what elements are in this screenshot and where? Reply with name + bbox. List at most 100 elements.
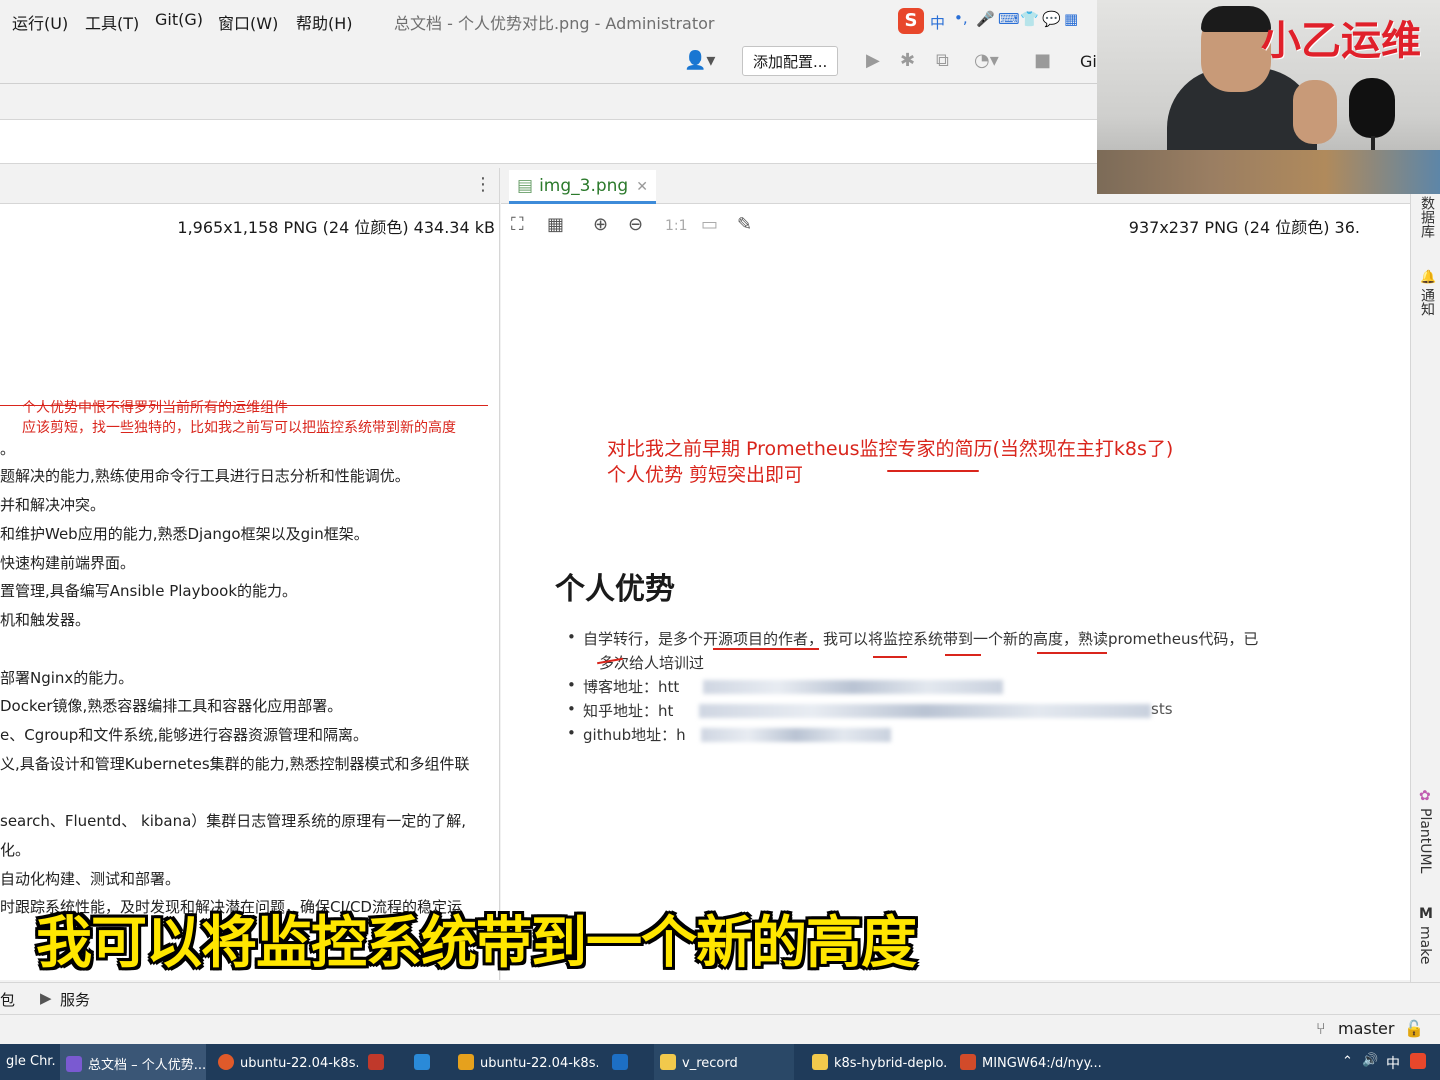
taskbar-label: v_record: [682, 1056, 738, 1071]
zhihu-url-suffix: sts: [1151, 700, 1173, 718]
taskbar-item-k8s-folder[interactable]: k8s-hybrid-deplo...: [806, 1044, 946, 1080]
video-subtitle: 我可以将监控系统带到一个新的高度: [36, 911, 917, 976]
bullet-dot: •: [567, 676, 576, 694]
tray-ime-label[interactable]: 中: [1386, 1053, 1400, 1073]
left-tab-bar: ⋮: [0, 168, 499, 204]
menu-help[interactable]: 帮助(H): [296, 10, 353, 34]
bullet-item-blog: • 博客地址：htt: [567, 676, 680, 697]
menu-run[interactable]: 运行(U): [12, 10, 68, 34]
debug-icon[interactable]: ✱: [900, 50, 915, 71]
taskbar-item-chrome[interactable]: gle Chr...: [0, 1044, 56, 1080]
ubuntu-icon: [218, 1054, 234, 1070]
make-icon[interactable]: M: [1419, 906, 1433, 922]
actual-size-button[interactable]: 1:1: [665, 218, 688, 234]
webstorm-icon: [612, 1054, 628, 1070]
annotation-underline: [945, 654, 981, 656]
left-image-editor: ⋮ 1,965x1,158 PNG (24 位颜色) 434.34 kB 个人优…: [0, 168, 500, 980]
tool-window-database[interactable]: 数据库: [1417, 196, 1437, 238]
ime-toolbar[interactable]: S 中 •, 🎤 ⌨ 👕 💬 ▦: [896, 6, 1096, 36]
grid-apps-icon[interactable]: ▦: [1064, 10, 1078, 28]
resume-line: 题解决的能力,熟练使用命令行工具进行日志分析和性能调优。: [0, 467, 410, 485]
taskbar-label: k8s-hybrid-deplo...: [834, 1056, 946, 1071]
bullet-item-github: • github地址：h: [567, 724, 686, 745]
zoom-in-icon[interactable]: ⊕: [593, 214, 608, 235]
annotation-text-1: 对比我之前早期 Prometheus监控专家的简历(当然现在主打k8s了): [607, 438, 1174, 460]
bullet-text: 知乎地址：ht: [583, 702, 674, 720]
tool-window-make[interactable]: make: [1417, 926, 1433, 964]
right-tool-stripe: 数据库 🔔 通知 ✿ PlantUML M make: [1410, 194, 1440, 982]
sogou-tray-icon[interactable]: [1410, 1053, 1426, 1069]
add-configuration-button[interactable]: 添加配置...: [742, 46, 839, 76]
redacted-zhihu-url: [699, 704, 1151, 718]
coverage-icon[interactable]: ⧉: [936, 50, 949, 71]
fit-zoom-icon[interactable]: ▭: [701, 214, 718, 235]
plantuml-icon[interactable]: ✿: [1419, 788, 1431, 804]
ime-mode-label[interactable]: 中: [930, 12, 945, 33]
annotation-underline: [873, 656, 907, 658]
taskbar-label: 总文档 – 个人优势...: [88, 1058, 206, 1073]
tool-window-plantuml[interactable]: PlantUML: [1417, 808, 1433, 873]
tool-window-notifications[interactable]: 通知: [1417, 288, 1437, 316]
resume-line: 。: [0, 440, 16, 458]
desk-surface: [1097, 150, 1440, 194]
tab-img-3[interactable]: ▤ img_3.png ✕: [509, 170, 656, 204]
bullet-text: github地址：h: [583, 726, 686, 744]
redacted-github-url: [701, 728, 891, 742]
close-tab-icon[interactable]: ✕: [636, 179, 648, 195]
bell-icon[interactable]: 🔔: [1420, 270, 1436, 285]
grid-toggle-icon[interactable]: ▦: [547, 214, 564, 235]
bullet-item-1: • 自学转行，是多个开源项目的作者，我可以将监控系统带到一个新的高度，熟读pro…: [567, 628, 1258, 649]
annotation-underline: [1037, 652, 1107, 654]
microphone-icon[interactable]: 🎤: [976, 10, 995, 28]
volume-icon[interactable]: 🔊: [1362, 1053, 1378, 1068]
tray-chevron-icon[interactable]: ⌃: [1342, 1054, 1353, 1069]
menu-window[interactable]: 窗口(W): [218, 10, 278, 34]
services-icon: ▶: [40, 989, 52, 1007]
color-picker-icon[interactable]: ✎: [737, 214, 752, 235]
profile-run-icon[interactable]: ◔▾: [974, 50, 999, 71]
zoom-out-icon[interactable]: ⊖: [628, 214, 643, 235]
taskbar-item-mingw[interactable]: MINGW64:/d/nyy...: [954, 1044, 1104, 1080]
right-image-info: 937x237 PNG (24 位颜色) 36.: [1128, 218, 1360, 237]
taskbar-item-typora[interactable]: [408, 1044, 448, 1080]
right-image-editor: ▤ img_3.png ✕ ⛶ ▦ ⊕ ⊖ 1:1 ▭ ✎ 937x237 PNG …: [501, 168, 1410, 980]
taskbar-item-ubuntu-2[interactable]: ubuntu-22.04-k8s...: [452, 1044, 598, 1080]
taskbar-item-webstorm[interactable]: [606, 1044, 646, 1080]
lock-icon[interactable]: 🔓: [1404, 1019, 1424, 1038]
annotation-text-2: 个人优势 剪短突出即可: [607, 464, 804, 486]
goland-icon: [66, 1056, 82, 1072]
bullet-text: 博客地址：htt: [583, 678, 680, 696]
taskbar-item-goland[interactable]: 总文档 – 个人优势...: [60, 1044, 206, 1080]
sogou-logo-icon: S: [898, 8, 924, 34]
git-menu-label[interactable]: Gi: [1080, 52, 1097, 71]
annotation-underline: [887, 470, 979, 472]
taskbar-label: gle Chr...: [6, 1054, 56, 1069]
chat-icon[interactable]: 💬: [1042, 10, 1061, 28]
taskbar-item-v-record[interactable]: v_record: [654, 1044, 794, 1080]
taskbar-item-app[interactable]: [362, 1044, 402, 1080]
more-options-icon[interactable]: ⋮: [474, 174, 492, 195]
tool-window-fragment[interactable]: 包: [0, 989, 15, 1010]
resume-line: 部署Nginx的能力。: [0, 669, 134, 687]
webcam-overlay: 小乙运维: [1097, 0, 1440, 194]
fit-to-window-icon[interactable]: ⛶: [511, 214, 524, 235]
redacted-blog-url: [703, 680, 1003, 694]
git-branch-label[interactable]: master: [1338, 1019, 1394, 1038]
annotation-underline: [713, 648, 819, 650]
resume-line: 化。: [0, 841, 31, 859]
resume-line: 和维护Web应用的能力,熟悉Django框架以及gin框架。: [0, 525, 369, 543]
menu-git[interactable]: Git(G): [155, 10, 203, 29]
skin-icon[interactable]: 👕: [1020, 10, 1039, 28]
left-annotation: 个人优势中恨不得罗列当前所有的运维组件 应该剪短，找一些独特的，比如我之前写可以…: [0, 393, 490, 437]
keyboard-icon[interactable]: ⌨: [998, 10, 1020, 28]
git-branch-icon: ⑂: [1316, 1019, 1326, 1038]
typora-icon: [414, 1054, 430, 1070]
tool-window-services[interactable]: 服务: [60, 989, 90, 1010]
menu-tools[interactable]: 工具(T): [85, 10, 139, 34]
run-icon[interactable]: ▶: [866, 50, 880, 71]
stop-icon[interactable]: ■: [1034, 50, 1051, 71]
punctuation-icon[interactable]: •,: [954, 9, 968, 27]
window-title: 总文档 - 个人优势对比.png - Administrator: [394, 14, 715, 33]
taskbar-item-ubuntu-1[interactable]: ubuntu-22.04-k8s...: [212, 1044, 358, 1080]
user-profile-icon[interactable]: 👤▾: [684, 50, 715, 71]
